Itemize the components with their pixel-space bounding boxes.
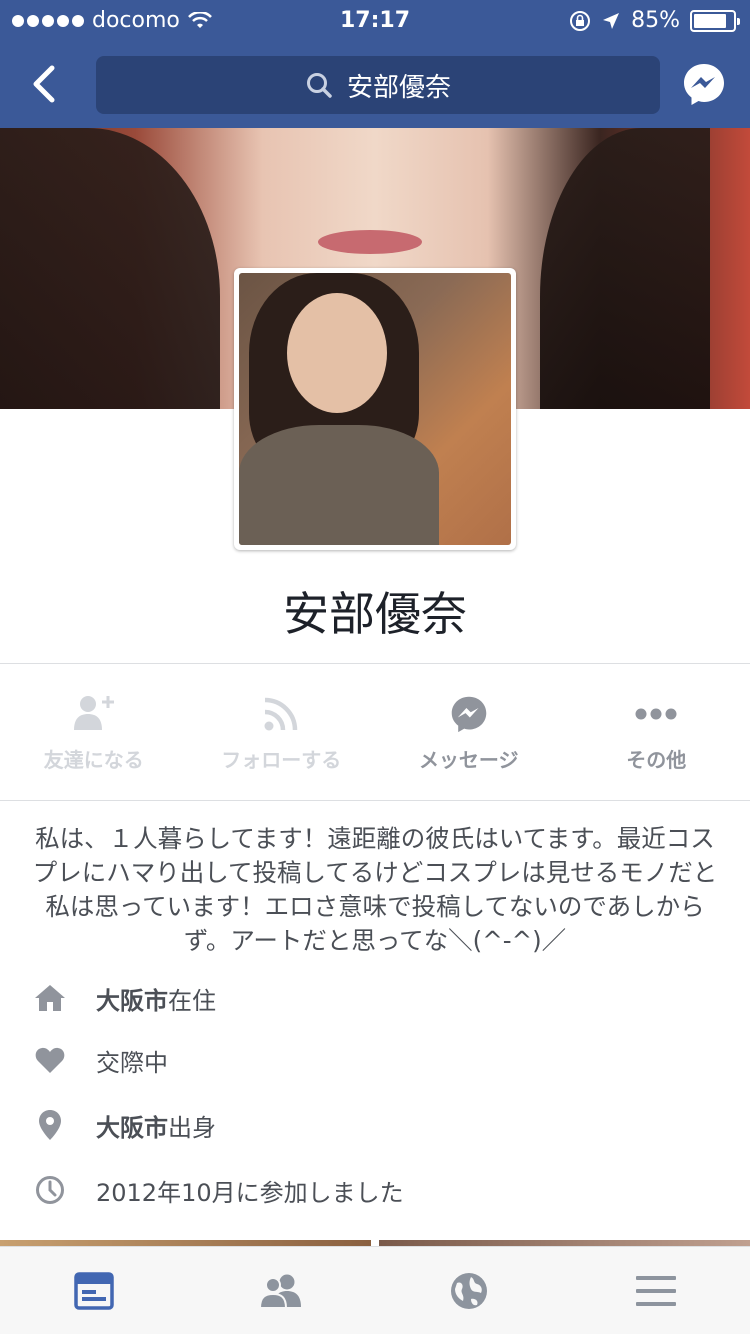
more-icon [634,692,678,736]
joined-date: 2012年10月に参加しました [96,1178,404,1207]
navigation-bar: 安部優奈 [0,40,750,128]
cover-photo-detail [540,128,710,409]
profile-name: 安部優奈 [283,587,467,641]
more-label: その他 [626,747,687,772]
info-row-hometown: 大阪市出身 [30,1105,720,1145]
hometown-link[interactable]: 大阪市 [96,1114,168,1142]
news-feed-icon [74,1271,114,1310]
more-button[interactable]: その他 [563,664,750,800]
profile-picture-image [239,273,511,545]
tab-notifications[interactable] [375,1247,563,1334]
profile-actions: 友達になる フォローする メッセージ その他 [0,664,750,800]
hometown-suffix: 出身 [168,1113,216,1142]
rss-icon [259,692,303,736]
globe-icon [450,1272,487,1309]
cover-photo-detail [0,128,220,409]
location-pin-icon [30,1105,70,1145]
battery-percent: 85% [631,8,680,33]
messenger-button[interactable] [682,62,726,106]
message-button[interactable]: メッセージ [375,664,563,800]
tab-news-feed[interactable] [0,1247,188,1334]
relationship-status: 交際中 [96,1048,168,1077]
profile-picture[interactable] [234,268,516,550]
status-bar-right: 85% [569,8,740,33]
follow-button[interactable]: フォローする [188,664,376,800]
menu-icon [636,1275,677,1306]
location-arrow-icon [603,12,620,29]
tab-menu[interactable] [563,1247,750,1334]
messenger-icon [447,692,491,736]
current-city-link[interactable]: 大阪市 [96,987,168,1015]
info-row-current-city: 大阪市在住 [30,978,720,1018]
status-bar: docomo 17:17 85% [0,0,750,40]
search-bar[interactable]: 安部優奈 [96,56,660,114]
profile-bio: 私は、１人暮らしてます！遠距離の彼氏はいてます。最近コスプレにハマり出して投稿し… [32,824,718,955]
home-icon [30,978,70,1018]
message-label: メッセージ [418,747,519,772]
tab-friends[interactable] [188,1247,376,1334]
divider [0,800,750,801]
add-friend-label: 友達になる [43,747,144,772]
friends-icon [259,1274,302,1309]
clock-icon [30,1170,70,1210]
messenger-icon [684,64,724,105]
battery-icon [690,9,740,32]
back-button[interactable] [22,60,70,108]
info-row-joined: 2012年10月に参加しました [30,1170,720,1210]
add-friend-icon [72,692,116,736]
current-city-suffix: 在住 [168,986,216,1015]
add-friend-button[interactable]: 友達になる [0,664,188,800]
search-query: 安部優奈 [346,72,451,103]
profile-picture-detail [239,425,439,545]
cover-photo-detail [318,230,422,254]
profile-picture-detail [287,293,387,413]
info-row-relationship: 交際中 [30,1040,720,1080]
heart-icon [30,1040,70,1080]
rotation-lock-icon [570,10,591,31]
follow-label: フォローする [221,747,342,772]
tab-bar [0,1246,750,1334]
search-icon [306,73,332,98]
chevron-left-icon [33,65,55,103]
